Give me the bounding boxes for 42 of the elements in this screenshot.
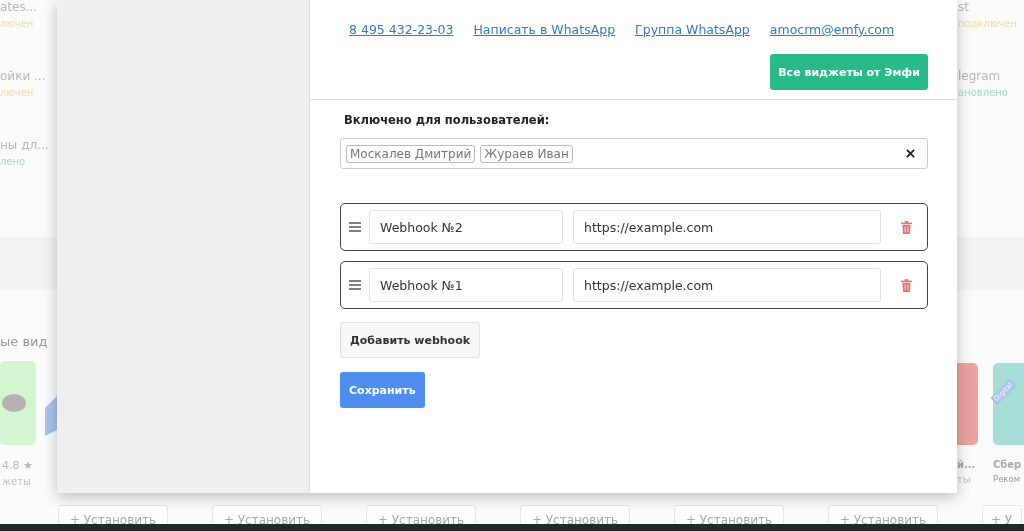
save-button[interactable]: Сохранить <box>340 372 425 408</box>
widget-category: Реком <box>993 474 1022 484</box>
install-button[interactable]: + Установить <box>828 505 938 524</box>
users-label: Включено для пользователей: <box>344 113 550 127</box>
webhook-name-field[interactable]: Webhook №1 <box>369 268 563 302</box>
all-widgets-button[interactable]: Все виджеты от Эмфи <box>770 54 928 90</box>
widget-title: ойки ... <box>0 69 47 83</box>
widget-title: legram <box>958 69 1002 83</box>
widget-title: st <box>958 0 970 14</box>
webhook-url-field[interactable]: https://example.com <box>573 210 881 244</box>
widget-title: ates... <box>0 0 39 14</box>
widget-status: лючен <box>0 87 35 98</box>
install-button[interactable]: + Установить <box>366 505 476 524</box>
drag-handle-icon[interactable] <box>349 222 361 232</box>
user-tag[interactable]: Жураев Иван <box>480 144 573 163</box>
install-button[interactable]: + У <box>982 505 1022 524</box>
trash-icon[interactable] <box>901 278 912 292</box>
drag-handle-icon[interactable] <box>349 280 361 290</box>
widget-title: Сбер <box>993 459 1023 470</box>
widget-status: ановлено <box>958 87 1009 98</box>
contact-link[interactable]: Группа WhatsApp <box>635 22 750 37</box>
widget-title: ны дл... <box>0 138 50 152</box>
trash-icon[interactable] <box>901 220 912 234</box>
install-button[interactable]: + Установить <box>58 505 168 524</box>
install-button[interactable]: + Установить <box>520 505 630 524</box>
install-button[interactable]: + Установить <box>212 505 322 524</box>
user-tag[interactable]: Москалев Дмитрий <box>346 144 476 163</box>
section-title: ые вид <box>0 334 49 349</box>
webhook-url-field[interactable]: https://example.com <box>573 268 881 302</box>
widget-status: лючен <box>0 18 35 29</box>
clear-icon[interactable] <box>906 149 915 158</box>
contact-link[interactable]: Написать в WhatsApp <box>473 22 616 37</box>
widget-title: й... <box>957 459 977 470</box>
add-webhook-button[interactable]: Добавить webhook <box>340 322 481 358</box>
widget-status: подключен <box>958 18 1019 29</box>
contact-link[interactable]: amocrm@emfy.com <box>769 22 895 37</box>
webhook-name-field[interactable]: Webhook №2 <box>369 210 563 244</box>
widget-rating: 4.8 ★ <box>2 459 34 472</box>
contact-link[interactable]: 8 495 432-23-03 <box>349 22 454 37</box>
install-button[interactable]: + Установить <box>674 505 784 524</box>
users-select-field[interactable]: Москалев Дмитрий Жураев Иван <box>340 138 928 169</box>
widget-status: лено <box>0 156 27 167</box>
